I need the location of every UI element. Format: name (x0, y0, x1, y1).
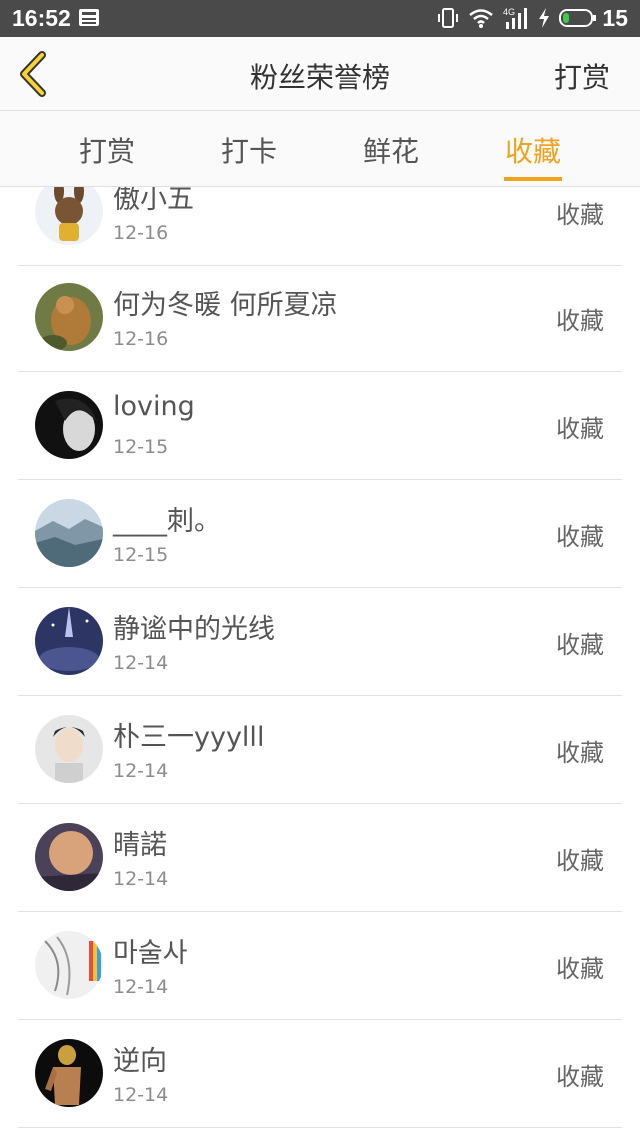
avatar (35, 715, 103, 783)
user-name: 傲小五 (113, 187, 194, 215)
title-bar: 粉丝荣誉榜 打赏 (0, 37, 640, 111)
favorite-date: 12-14 (113, 1084, 169, 1106)
page-title: 粉丝荣誉榜 (249, 61, 390, 94)
news-notification-icon (79, 9, 99, 26)
fan-list[interactable]: 傲小五 12-16 收藏 何为冬暖 何所夏凉 12-16 收藏 loving 1… (0, 187, 640, 1138)
user-name: 静谧中的光线 (113, 614, 275, 645)
favorite-date: 12-16 (113, 328, 169, 350)
user-name: loving (113, 391, 195, 422)
avatar (35, 499, 103, 567)
battery-icon (559, 9, 597, 27)
favorite-label: 收藏 (556, 955, 604, 983)
avatar (35, 283, 103, 351)
favorite-label: 收藏 (556, 201, 604, 229)
signal-4g-icon: 4G (503, 7, 528, 29)
avatar (35, 391, 103, 459)
list-item[interactable]: 傲小五 12-16 收藏 (18, 187, 622, 266)
favorite-label: 收藏 (556, 847, 604, 875)
avatar (35, 187, 103, 245)
list-item[interactable]: loving 12-15 收藏 (18, 371, 622, 480)
list-item[interactable]: 逆向 12-14 收藏 (18, 1019, 622, 1128)
tab-favorites[interactable]: 收藏 (483, 130, 583, 170)
avatar (35, 931, 103, 999)
active-tab-indicator (504, 177, 562, 181)
tab-bar: 打赏 打卡 鲜花 收藏 (0, 111, 640, 187)
status-bar: 16:52 4G 15 (0, 0, 640, 37)
favorite-date: 12-14 (113, 760, 169, 782)
favorite-date: 12-14 (113, 652, 169, 674)
favorite-label: 收藏 (556, 739, 604, 767)
battery-level: 15 (602, 4, 628, 31)
wifi-icon (469, 9, 494, 28)
favorite-label: 收藏 (556, 523, 604, 551)
reward-button[interactable]: 打赏 (554, 56, 610, 96)
favorite-label: 收藏 (556, 307, 604, 335)
tab-reward[interactable]: 打赏 (57, 130, 157, 170)
tab-checkin[interactable]: 打卡 (199, 130, 299, 170)
favorite-label: 收藏 (556, 415, 604, 443)
list-item[interactable]: 朴三一yyylll 12-14 收藏 (18, 695, 622, 804)
favorite-date: 12-14 (113, 976, 169, 998)
avatar (35, 607, 103, 675)
user-name: 晴諾 (113, 830, 167, 861)
list-item[interactable]: 何为冬暖 何所夏凉 12-16 收藏 (18, 263, 622, 372)
user-name: 逆向 (113, 1046, 167, 1077)
charging-icon (539, 8, 550, 28)
status-icons: 4G 15 (437, 4, 628, 32)
avatar (35, 823, 103, 891)
vibrate-icon (438, 8, 459, 28)
status-time: 16:52 (12, 5, 71, 31)
list-item[interactable]: 晴諾 12-14 收藏 (18, 803, 622, 912)
user-name: 마술사 (113, 938, 188, 969)
user-name: ____刺。 (113, 506, 221, 537)
network-type-label: 4G (503, 7, 515, 17)
favorite-date: 12-16 (113, 222, 169, 244)
favorite-date: 12-15 (113, 436, 169, 458)
favorite-date: 12-14 (113, 868, 169, 890)
favorite-label: 收藏 (556, 631, 604, 659)
tab-flowers[interactable]: 鲜花 (341, 130, 441, 170)
avatar (35, 1039, 103, 1107)
favorite-label: 收藏 (556, 1063, 604, 1091)
user-name: 朴三一yyylll (113, 722, 265, 753)
list-item[interactable]: ____刺。 12-15 收藏 (18, 479, 622, 588)
user-name: 何为冬暖 何所夏凉 (113, 290, 338, 321)
list-item[interactable]: 마술사 12-14 收藏 (18, 911, 622, 1020)
favorite-date: 12-15 (113, 544, 169, 566)
list-item[interactable]: 静谧中的光线 12-14 收藏 (18, 587, 622, 696)
